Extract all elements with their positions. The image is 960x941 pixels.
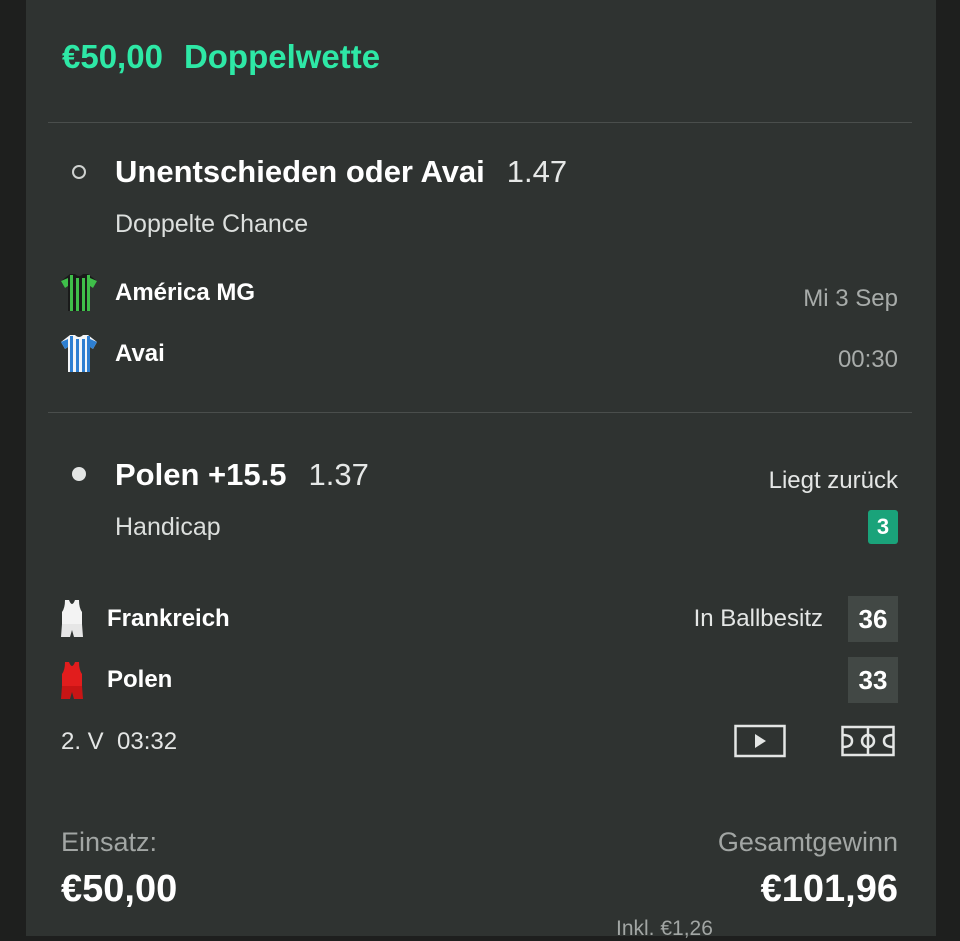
divider [48,122,912,123]
bet-header: €50,00 Doppelwette [62,38,380,76]
stake-label: Einsatz: [61,827,158,857]
stake-value: €50,00 [61,868,178,910]
selection-1-title: Unentschieden oder Avai [115,154,485,189]
play-video-icon[interactable] [734,724,786,758]
team-name: Avai [115,340,165,367]
bet-stake-amount: €50,00 [62,38,163,75]
selection-2-title: Polen +15.5 [115,457,287,492]
team-score: 36 [848,596,898,642]
white-basketball-jersey-icon [60,598,84,638]
selection-2-title-row: Polen +15.5 1.37 [115,457,369,493]
team-name: América MG [115,279,256,306]
court-stats-icon[interactable] [841,724,895,758]
selection-2-market: Handicap [115,513,221,541]
selection-1-market: Doppelte Chance [115,210,309,238]
event-time: 00:30 [837,346,898,373]
payout-value: €101,96 [760,868,898,910]
red-basketball-jersey-icon [60,660,84,700]
selection-1-odds: 1.47 [506,154,568,189]
period-clock: 2. V 03:32 [61,728,178,755]
bet-type: Doppelwette [183,38,381,75]
blue-striped-jersey-icon [60,333,98,373]
selection-2-status: Liegt zurück [768,467,898,494]
team-name: Frankreich [107,605,230,632]
payout-note: Inkl. €1,26 [616,917,713,940]
bet-card: €50,00 Doppelwette Unentschieden oder Ava… [26,0,936,940]
radio-filled-icon [72,467,86,481]
team-score: 33 [848,657,898,703]
selection-2-odds: 1.37 [308,457,369,492]
divider [48,412,912,413]
radio-empty-icon [72,165,86,179]
selection-1-title-row: Unentschieden oder Avai 1.47 [115,154,567,190]
team-name: Polen [107,666,173,693]
event-date: Mi 3 Sep [803,285,898,312]
payout-label: Gesamtgewinn [717,827,898,857]
possession-indicator: In Ballbesitz [693,605,823,632]
status-badge: 3 [868,510,898,544]
green-striped-jersey-icon [60,272,98,312]
